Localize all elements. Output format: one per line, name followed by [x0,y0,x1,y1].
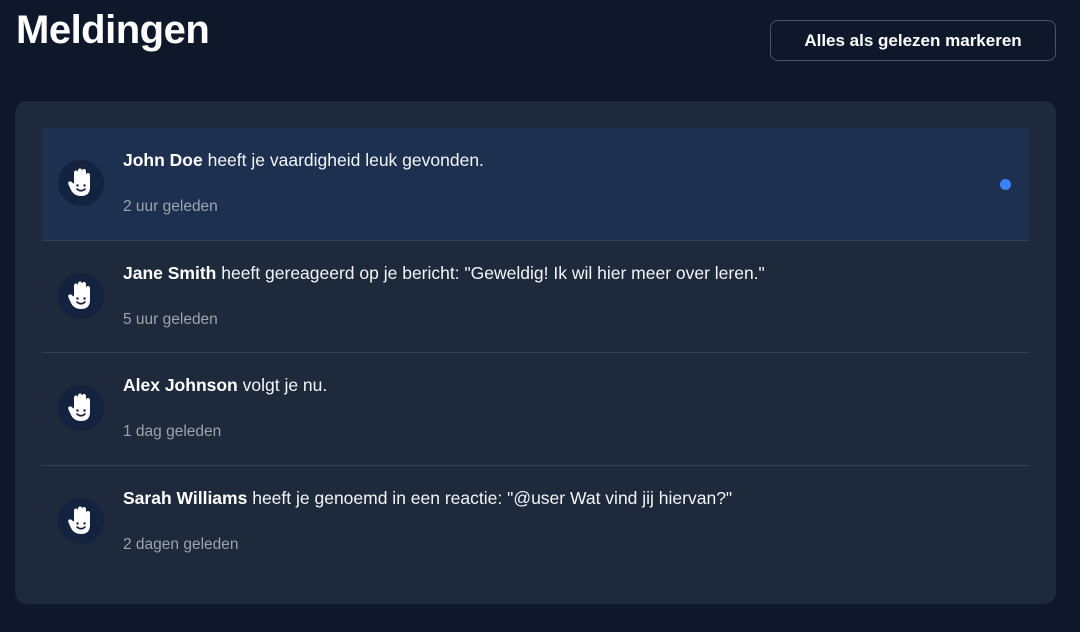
notification-time: 2 uur geleden [123,198,218,215]
notification-message: Jane Smith heeft gereageerd op je berich… [123,263,765,284]
hand-icon [68,281,90,309]
notification-item[interactable]: Jane Smith heeft gereageerd op je berich… [42,241,1029,353]
notifications-list: John Doe heeft je vaardigheid leuk gevon… [42,128,1029,578]
notification-text: heeft je genoemd in een reactie: "@user … [247,487,733,508]
avatar [58,385,104,431]
notification-text: volgt je nu. [237,375,328,395]
unread-dot [1000,179,1011,190]
hand-icon [68,506,90,534]
notification-message: Sarah Williams heeft je genoemd in een r… [123,488,732,509]
notification-time: 5 uur geleden [123,310,218,328]
notification-item[interactable]: Sarah Williams heeft je genoemd in een r… [42,466,1029,579]
notification-item[interactable]: Alex Johnson volgt je nu. 1 dag geleden [42,353,1029,466]
notification-time: 2 dagen geleden [123,535,239,553]
mark-all-read-button[interactable]: Alles als gelezen markeren [770,20,1056,61]
avatar [58,272,104,319]
notifications-page: Meldingen Alles als gelezen markeren Joh… [0,0,1080,632]
avatar [58,160,104,206]
notification-user: Alex Johnson [123,375,238,395]
notification-item[interactable]: John Doe heeft je vaardigheid leuk gevon… [42,128,1029,241]
notification-message: John Doe heeft je vaardigheid leuk gevon… [123,150,484,171]
page-title: Meldingen [16,8,210,52]
avatar [58,497,104,544]
notifications-panel: John Doe heeft je vaardigheid leuk gevon… [15,101,1056,604]
hand-icon [68,393,90,421]
notification-time: 1 dag geleden [123,423,222,440]
notification-text: heeft je vaardigheid leuk gevonden. [202,150,484,170]
notification-text: heeft gereageerd op je bericht: "Geweldi… [216,262,765,283]
notification-message: Alex Johnson volgt je nu. [123,375,327,396]
notification-user: Jane Smith [123,262,217,283]
notification-user: Sarah Williams [123,487,248,508]
hand-icon [68,168,90,196]
notification-user: John Doe [123,150,203,170]
